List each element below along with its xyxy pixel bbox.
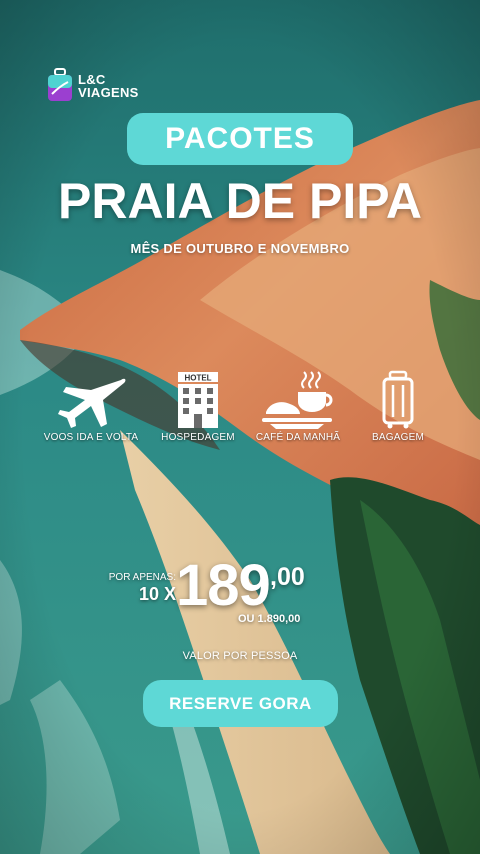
brand-name-line2: VIAGENS bbox=[78, 85, 139, 100]
coffee-icon bbox=[262, 371, 333, 429]
travel-period: MÊS DE OUTUBRO E NOVEMBRO bbox=[130, 241, 350, 256]
price-prefix-block: POR APENAS: 10 X bbox=[108, 572, 176, 605]
page-title: PRAIA DE PIPA bbox=[58, 173, 422, 229]
feature-flights-label: VOOS IDA E VOLTA bbox=[43, 432, 139, 443]
brand-logo: L&C VIAGENS bbox=[46, 68, 139, 104]
feature-breakfast: CAFÉ DA MANHÃ bbox=[243, 368, 353, 443]
price-note: VALOR POR PESSOA bbox=[182, 650, 298, 662]
hotel-icon: HOTEL bbox=[178, 372, 218, 428]
feature-flights: VOOS IDA E VOLTA bbox=[36, 368, 146, 443]
feature-luggage: BAGAGEM bbox=[343, 368, 453, 443]
price-cents: ,00 bbox=[270, 563, 305, 591]
airplane-icon bbox=[58, 378, 126, 428]
packages-badge: PACOTES bbox=[127, 113, 353, 165]
feature-lodging: HOTEL HOSPEDAGEM bbox=[143, 368, 253, 443]
price-prefix: POR APENAS: bbox=[108, 572, 176, 583]
feature-breakfast-label: CAFÉ DA MANHÃ bbox=[255, 432, 341, 443]
hotel-sign: HOTEL bbox=[184, 374, 211, 383]
price-total: OU 1.890,00 bbox=[238, 613, 301, 625]
luggage-icon bbox=[382, 370, 414, 429]
suitcase-icon bbox=[48, 68, 72, 101]
price-amount: 189 bbox=[176, 553, 271, 618]
promo-poster: L&C VIAGENS PACOTES PRAIA DE PIPA MÊS DE… bbox=[0, 0, 480, 854]
installments: 10 X bbox=[138, 584, 176, 604]
feature-lodging-label: HOSPEDAGEM bbox=[161, 432, 235, 443]
reserve-button[interactable]: RESERVE GORA bbox=[143, 680, 338, 727]
feature-luggage-label: BAGAGEM bbox=[372, 432, 424, 443]
